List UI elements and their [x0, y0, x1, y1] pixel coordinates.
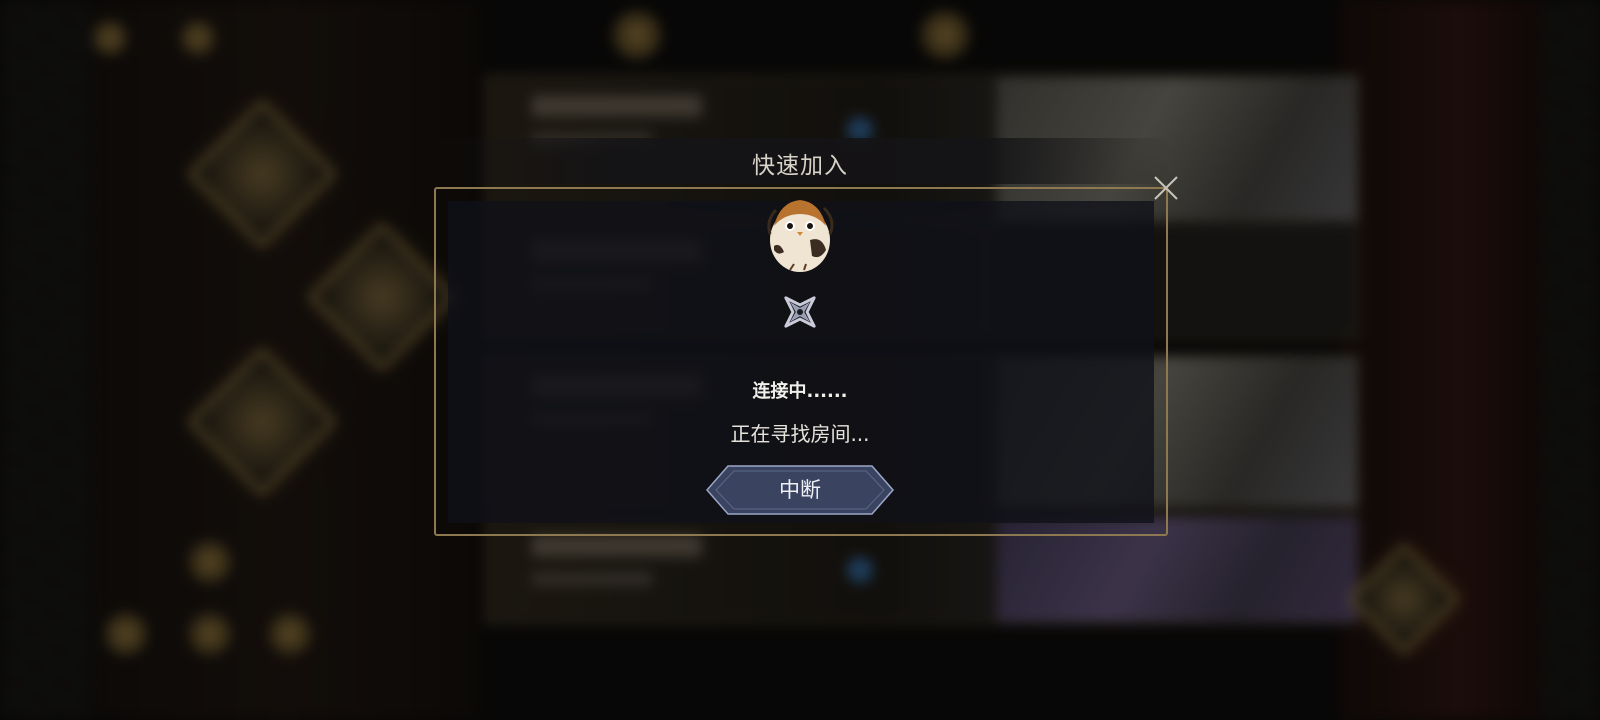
shuriken-spinner-icon — [776, 288, 824, 336]
owl-mascot-icon — [760, 190, 840, 276]
status-searching: 正在寻找房间... — [730, 422, 870, 446]
close-button[interactable] — [1150, 172, 1182, 204]
close-icon — [1154, 176, 1178, 200]
abort-button-label: 中断 — [779, 478, 821, 502]
abort-button[interactable]: 中断 — [706, 465, 894, 515]
dialog-title: 快速加入 — [752, 153, 848, 179]
quick-join-screen: 快速加入 连接中...... 正在寻找房间... 中断 — [0, 0, 1600, 720]
status-connecting: 连接中...... — [752, 381, 848, 402]
